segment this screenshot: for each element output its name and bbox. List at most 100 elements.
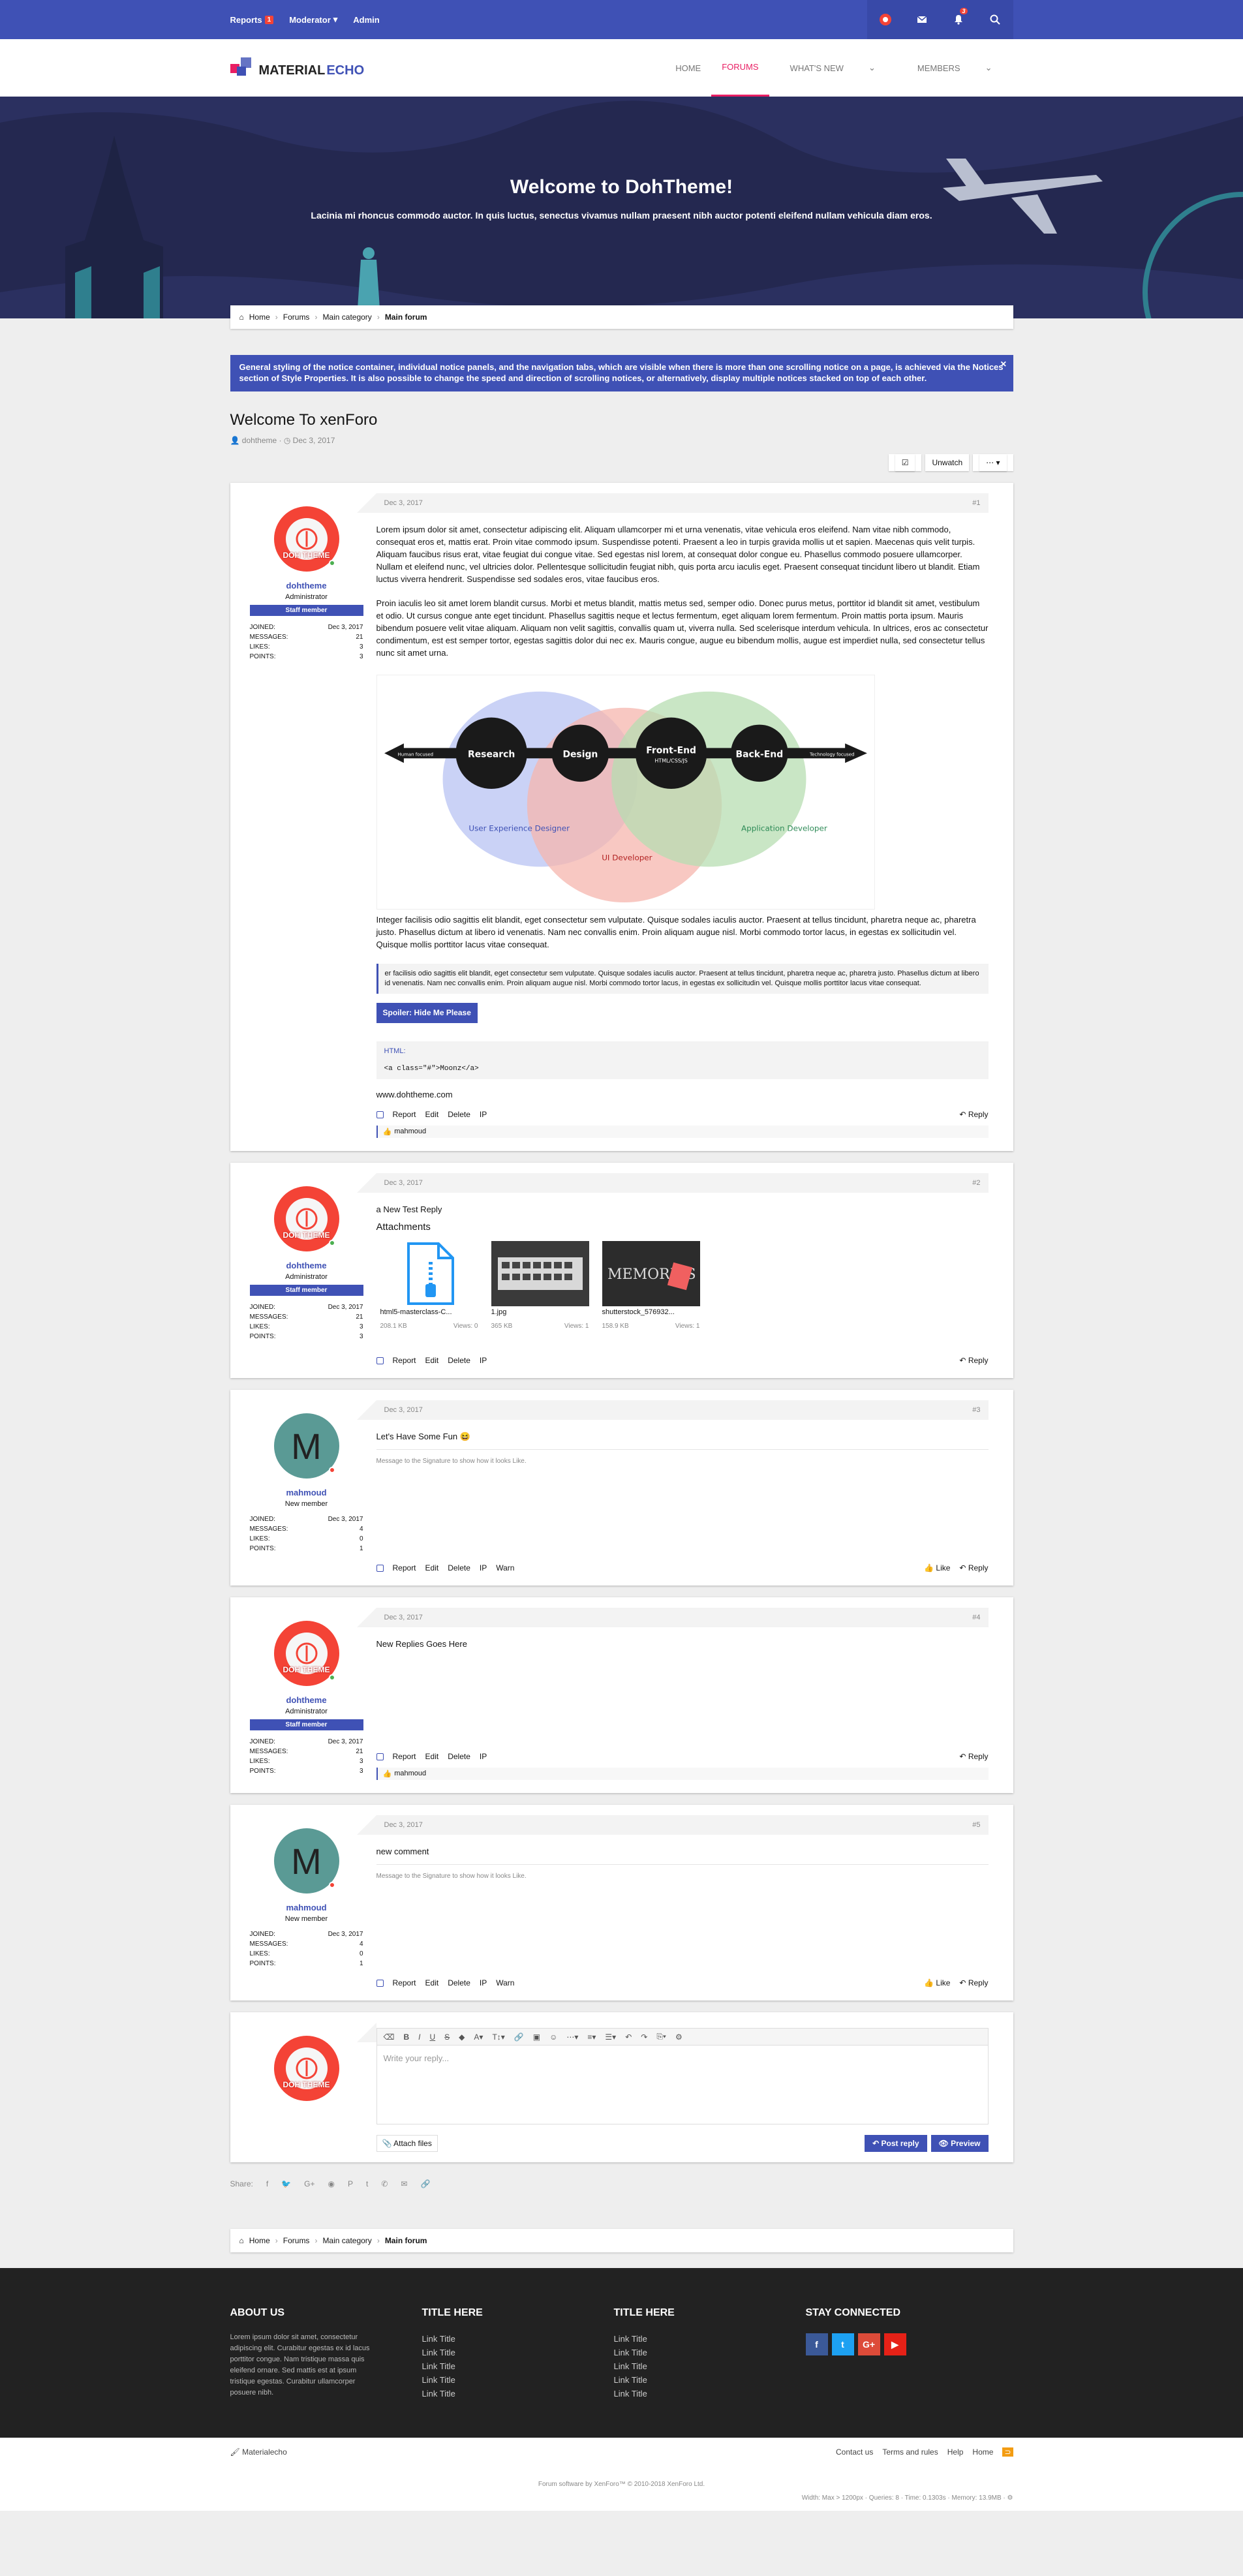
warn-button[interactable]: Warn [496, 1978, 514, 1987]
username[interactable]: mahmoud [250, 1488, 363, 1497]
report-button[interactable]: Report [393, 1978, 416, 1987]
font-size-icon[interactable]: T↕▾ [492, 2032, 504, 2042]
footer-link[interactable]: Link Title [614, 2373, 806, 2387]
report-button[interactable]: Report [393, 1563, 416, 1572]
bold-icon[interactable]: B [403, 2032, 409, 2042]
edit-button[interactable]: Edit [425, 1110, 439, 1119]
delete-button[interactable]: Delete [448, 1356, 470, 1365]
thread-author[interactable]: dohtheme [242, 436, 277, 445]
avatar[interactable]: M [273, 1413, 339, 1479]
post-reply-button[interactable]: ↶ Post reply [865, 2135, 927, 2152]
avatar[interactable]: DOH THEME [273, 506, 339, 572]
liker-name[interactable]: mahmoud [394, 1127, 426, 1136]
edit-button[interactable]: Edit [425, 1563, 439, 1572]
close-icon[interactable]: × [1000, 359, 1006, 370]
edit-button[interactable]: Edit [425, 1978, 439, 1987]
google-plus-icon[interactable]: G+ [857, 2333, 880, 2355]
username[interactable]: dohtheme [250, 581, 363, 590]
reply-textarea[interactable]: Write your reply... [377, 2046, 988, 2124]
post-number[interactable]: #2 [972, 1179, 980, 1187]
footer-link[interactable]: Link Title [614, 2387, 806, 2400]
footer-help[interactable]: Help [947, 2447, 964, 2457]
post-number[interactable]: #3 [972, 1406, 980, 1414]
delete-button[interactable]: Delete [448, 1978, 470, 1987]
report-button[interactable]: Report [393, 1356, 416, 1365]
delete-button[interactable]: Delete [448, 1563, 470, 1572]
rss-icon[interactable]: ⊃ [1002, 2447, 1013, 2457]
footer-link[interactable]: Link Title [422, 2387, 614, 2400]
spoiler-button[interactable]: Spoiler: Hide Me Please [376, 1003, 478, 1023]
username[interactable]: mahmoud [250, 1903, 363, 1912]
reply-button[interactable]: ↶ Reply [959, 1356, 988, 1365]
breadcrumb-main-forum[interactable]: Main forum [385, 2236, 427, 2245]
breadcrumb-main-category[interactable]: Main category [322, 313, 371, 322]
facebook-icon[interactable]: f [805, 2333, 828, 2355]
select-checkbox[interactable] [376, 1753, 384, 1760]
reply-button[interactable]: ↶ Reply [959, 1752, 988, 1761]
color-icon[interactable]: ◆ [459, 2032, 465, 2042]
roles-diagram[interactable]: Research Design Front-End HTML/CSS/JS Ba… [376, 675, 875, 910]
delete-button[interactable]: Delete [448, 1752, 470, 1761]
footer-link[interactable]: Link Title [614, 2332, 806, 2346]
list-icon[interactable]: ☰▾ [605, 2032, 616, 2042]
email-icon[interactable]: ✉ [401, 2179, 407, 2188]
alerts-button[interactable]: 3 [940, 0, 977, 39]
image-icon[interactable]: ▣ [533, 2032, 540, 2042]
strikethrough-icon[interactable]: S [444, 2032, 450, 2042]
admin-link[interactable]: Admin [353, 14, 379, 25]
insert-icon[interactable]: ⋯▾ [566, 2032, 578, 2042]
twitter-icon[interactable]: 🐦 [281, 2179, 291, 2188]
select-checkbox[interactable] [376, 1357, 384, 1364]
more-options-button[interactable]: ⋯ ▾ [973, 454, 1013, 471]
breadcrumb-main-forum[interactable]: Main forum [385, 313, 427, 322]
redo-icon[interactable]: ↷ [641, 2032, 647, 2042]
twitter-icon[interactable]: t [831, 2333, 854, 2355]
attach-files-button[interactable]: 📎 Attach files [376, 2135, 438, 2152]
facebook-icon[interactable]: f [266, 2179, 268, 2188]
attachment-item[interactable]: html5-masterclass-C... 208.1 KB Views: 0 [380, 1241, 478, 1332]
avatar[interactable]: DOH THEME [273, 1621, 339, 1686]
reply-button[interactable]: ↶ Reply [959, 1978, 988, 1987]
breadcrumb-home[interactable]: Home [249, 313, 270, 322]
footer-link[interactable]: Link Title [614, 2346, 806, 2359]
pinterest-icon[interactable]: P [348, 2179, 353, 2188]
post-number[interactable]: #1 [972, 499, 980, 507]
post-number[interactable]: #4 [972, 1614, 980, 1621]
warn-button[interactable]: Warn [496, 1563, 514, 1572]
breadcrumb-forums[interactable]: Forums [283, 313, 310, 322]
post-date[interactable]: Dec 3, 2017 [384, 1614, 423, 1621]
ip-button[interactable]: IP [480, 1752, 487, 1761]
footer-home[interactable]: Home [972, 2447, 993, 2457]
select-thread-button[interactable]: ☑ [888, 454, 922, 471]
underline-icon[interactable]: U [429, 2032, 435, 2042]
like-button[interactable]: 👍 Like [924, 1978, 950, 1987]
footer-terms[interactable]: Terms and rules [882, 2447, 938, 2457]
search-button[interactable] [976, 0, 1013, 39]
edit-button[interactable]: Edit [425, 1752, 439, 1761]
nav-members[interactable]: MEMBERS ⌄ [897, 39, 1013, 97]
username[interactable]: dohtheme [250, 1695, 363, 1705]
inbox-button[interactable] [903, 0, 940, 39]
post-link[interactable]: www.dohtheme.com [376, 1088, 989, 1101]
preview-button[interactable]: 👁 Preview [930, 2135, 989, 2152]
link-icon[interactable]: 🔗 [420, 2179, 430, 2188]
whatsapp-icon[interactable]: ✆ [381, 2179, 388, 2188]
youtube-icon[interactable]: ▶ [883, 2333, 906, 2355]
user-avatar-button[interactable] [867, 0, 904, 39]
username[interactable]: dohtheme [250, 1261, 363, 1270]
avatar[interactable]: M [273, 1828, 339, 1894]
nav-whats-new[interactable]: WHAT'S NEW ⌄ [769, 39, 897, 97]
breadcrumb-main-category[interactable]: Main category [322, 2236, 371, 2245]
footer-link[interactable]: Link Title [422, 2332, 614, 2346]
gear-icon[interactable]: ⚙ [675, 2032, 683, 2042]
select-checkbox[interactable] [376, 1979, 384, 1987]
avatar[interactable]: DOH THEME [273, 2036, 339, 2101]
align-icon[interactable]: ≡▾ [587, 2032, 596, 2042]
footer-link[interactable]: Link Title [422, 2373, 614, 2387]
report-button[interactable]: Report [393, 1110, 416, 1119]
footer-contact[interactable]: Contact us [836, 2447, 873, 2457]
tumblr-icon[interactable]: t [366, 2179, 368, 2188]
footer-link[interactable]: Link Title [422, 2359, 614, 2373]
post-date[interactable]: Dec 3, 2017 [384, 1821, 423, 1829]
breadcrumb-home[interactable]: Home [249, 2236, 270, 2245]
